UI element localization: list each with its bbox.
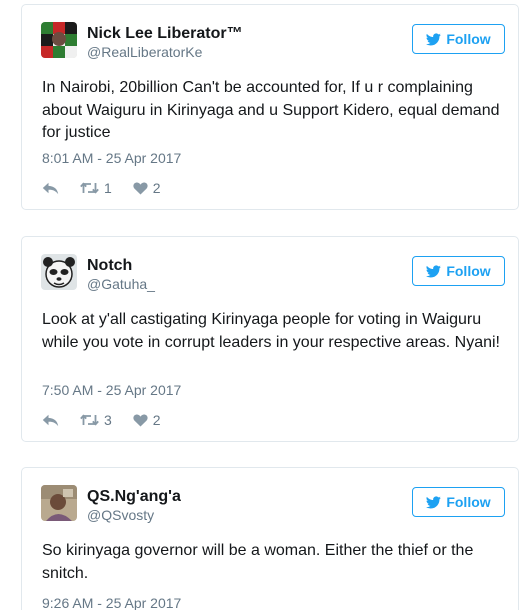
user-info: QS.Ng'ang'a @QSvosty	[87, 487, 181, 524]
user-handle[interactable]: @Gatuha_	[87, 275, 155, 293]
tweet-timestamp[interactable]: 8:01 AM - 25 Apr 2017	[42, 149, 181, 167]
user-info: Notch @Gatuha_	[87, 256, 155, 293]
user-handle[interactable]: @RealLiberatorKe	[87, 43, 243, 61]
tweet-feed: Nick Lee Liberator™ @RealLiberatorKe Fol…	[0, 0, 521, 610]
follow-button[interactable]: Follow	[412, 256, 505, 286]
follow-label: Follow	[446, 263, 491, 279]
tweet-timestamp[interactable]: 7:50 AM - 25 Apr 2017	[42, 381, 181, 399]
follow-label: Follow	[446, 494, 491, 510]
tweet-text: So kirinyaga governor will be a woman. E…	[42, 542, 474, 582]
follow-button[interactable]: Follow	[412, 24, 505, 54]
avatar-image	[41, 22, 77, 58]
display-name[interactable]: QS.Ng'ang'a	[87, 487, 181, 506]
like-button[interactable]: 2	[133, 180, 161, 196]
retweet-button[interactable]: 1	[80, 180, 112, 196]
reply-icon	[42, 182, 59, 194]
user-handle[interactable]: @QSvosty	[87, 506, 181, 524]
reply-button[interactable]	[42, 414, 59, 427]
avatar-image	[41, 485, 77, 521]
twitter-bird-icon	[426, 264, 442, 277]
reply-button[interactable]	[42, 182, 59, 195]
tweet-card: Nick Lee Liberator™ @RealLiberatorKe Fol…	[21, 4, 519, 210]
retweet-button[interactable]: 3	[80, 412, 112, 428]
follow-label: Follow	[446, 31, 491, 47]
tweet-text: Look at y'all castigating Kirinyaga peop…	[42, 311, 500, 351]
tweet-actions: 3 2	[42, 412, 182, 428]
retweet-icon	[80, 414, 99, 426]
display-name[interactable]: Nick Lee Liberator™	[87, 24, 243, 43]
tweet-card: Notch @Gatuha_ Follow Look at y'all cast…	[21, 236, 519, 442]
avatar[interactable]	[41, 485, 77, 521]
like-count: 2	[152, 412, 161, 428]
retweet-count: 1	[104, 180, 112, 196]
twitter-bird-icon	[426, 495, 442, 508]
avatar[interactable]	[41, 254, 77, 290]
user-info: Nick Lee Liberator™ @RealLiberatorKe	[87, 24, 243, 61]
tweet-actions: 1 2	[42, 180, 182, 196]
heart-icon	[133, 181, 148, 194]
follow-button[interactable]: Follow	[412, 487, 505, 517]
like-button[interactable]: 2	[133, 412, 161, 428]
avatar[interactable]	[41, 22, 77, 58]
twitter-bird-icon	[426, 32, 442, 45]
heart-icon	[133, 413, 148, 426]
retweet-count: 3	[104, 412, 112, 428]
reply-icon	[42, 414, 59, 426]
like-count: 2	[152, 180, 161, 196]
retweet-icon	[80, 182, 99, 194]
tweet-text: In Nairobi, 20billion Can't be accounted…	[42, 79, 500, 141]
tweet-timestamp[interactable]: 9:26 AM - 25 Apr 2017	[42, 594, 181, 610]
avatar-image	[41, 254, 77, 290]
tweet-card: QS.Ng'ang'a @QSvosty Follow So kirinyaga…	[21, 467, 519, 610]
display-name[interactable]: Notch	[87, 256, 155, 275]
